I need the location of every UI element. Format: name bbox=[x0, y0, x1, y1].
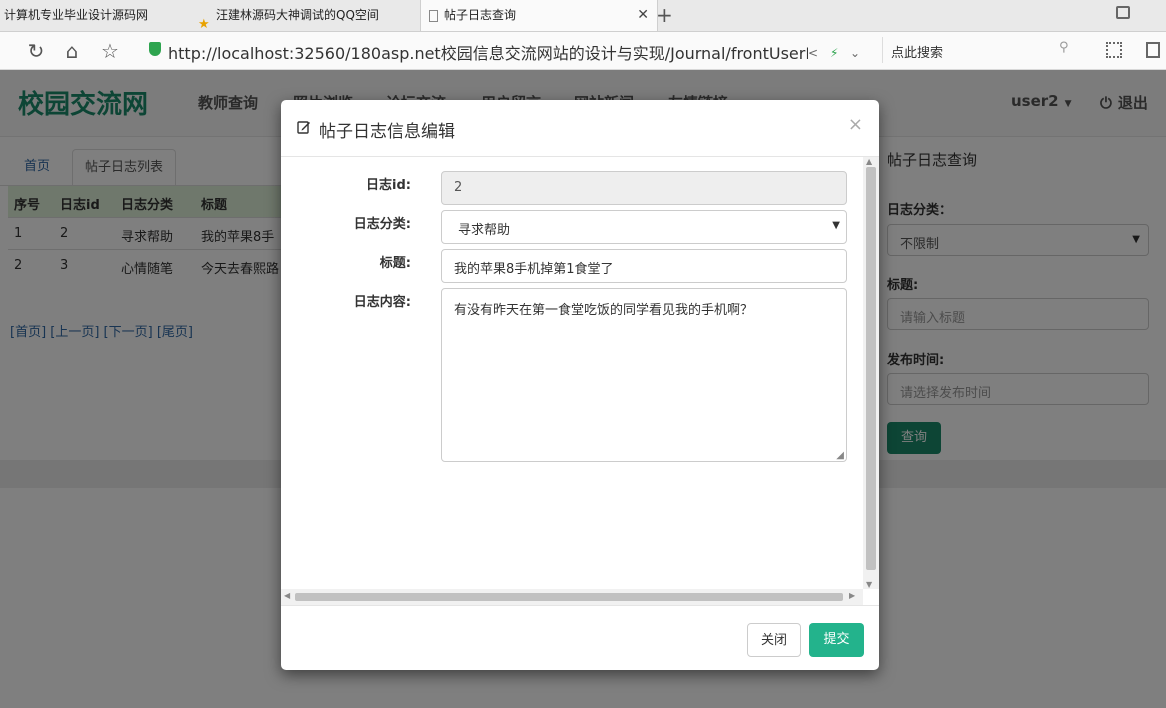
browser-tab-3-title: 帖子日志查询 bbox=[444, 8, 517, 22]
journal-id-value: 2 bbox=[454, 180, 463, 195]
content-textarea[interactable]: 有没有昨天在第一食堂吃饭的同学看见我的手机啊？ ◢ bbox=[441, 288, 847, 462]
url-path: :32560/180asp.net校园信息交流网站的设计与实现/Journal/… bbox=[288, 44, 808, 63]
content-value: 有没有昨天在第一食堂吃饭的同学看见我的手机啊？ bbox=[454, 303, 754, 318]
new-tab-button[interactable]: + bbox=[656, 3, 673, 27]
browser-tab-2-title: 汪建林源码大神调试的QQ空间 bbox=[216, 8, 379, 22]
modal-horizontal-scrollbar[interactable]: ◀ ▶ bbox=[281, 589, 863, 605]
share-icon[interactable]: < bbox=[808, 46, 818, 60]
category-value: 寻求帮助 bbox=[458, 223, 511, 238]
browser-tab-3[interactable]: 帖子日志查询 ✕ bbox=[420, 0, 658, 31]
search-placeholder: 点此搜索 bbox=[891, 46, 944, 61]
journal-id-label: 日志id: bbox=[366, 178, 411, 193]
browser-tab-2[interactable]: ★ 汪建林源码大神调试的QQ空间 bbox=[194, 0, 418, 31]
edit-icon bbox=[297, 121, 310, 134]
secure-shield-icon bbox=[149, 42, 161, 56]
scroll-thumb[interactable] bbox=[295, 593, 843, 601]
close-button[interactable]: 关闭 bbox=[747, 623, 801, 657]
search-icon[interactable]: ⚲ bbox=[1059, 40, 1069, 55]
shirt-icon[interactable] bbox=[1116, 6, 1130, 19]
page-favicon-icon bbox=[429, 9, 438, 22]
modal-body: 日志id: 2 日志分类: 寻求帮助 ▼ 标题: 我的苹果8手机掉第1食堂了 日… bbox=[281, 157, 863, 589]
title-label: 标题: bbox=[379, 256, 411, 271]
category-select[interactable]: 寻求帮助 ▼ bbox=[441, 210, 847, 244]
edit-journal-modal: 帖子日志信息编辑 × 日志id: 2 日志分类: 寻求帮助 ▼ 标题: 我的苹果… bbox=[281, 100, 879, 670]
journal-id-field: 2 bbox=[441, 171, 847, 205]
star-favicon-icon: ★ bbox=[198, 16, 210, 32]
chevron-down-icon[interactable]: ⌄ bbox=[850, 46, 860, 60]
browser-tab-bar: 计算机专业毕业设计源码网 ★ 汪建林源码大神调试的QQ空间 帖子日志查询 ✕ + bbox=[0, 0, 1166, 32]
submit-button[interactable]: 提交 bbox=[809, 623, 864, 657]
select-caret-icon: ▼ bbox=[832, 220, 840, 231]
scroll-down-icon[interactable]: ▼ bbox=[866, 580, 872, 589]
scroll-up-icon[interactable]: ▲ bbox=[866, 157, 872, 166]
apps-grid-icon[interactable] bbox=[1106, 42, 1122, 58]
content-label: 日志内容: bbox=[353, 295, 411, 310]
scroll-right-icon[interactable]: ▶ bbox=[849, 591, 855, 600]
search-box[interactable]: 点此搜索 ⚲ bbox=[882, 37, 1083, 63]
modal-header: 帖子日志信息编辑 × bbox=[281, 100, 879, 157]
browser-tab-1-title: 计算机专业毕业设计源码网 bbox=[4, 8, 149, 22]
scroll-left-icon[interactable]: ◀ bbox=[284, 591, 290, 600]
scroll-thumb[interactable] bbox=[866, 167, 876, 570]
url-host: http://localhost bbox=[168, 44, 289, 63]
url-field[interactable]: http://localhost:32560/180asp.net校园信息交流网… bbox=[146, 37, 872, 63]
tablet-icon[interactable] bbox=[1146, 42, 1160, 58]
reload-icon[interactable]: ↻ bbox=[25, 40, 47, 62]
modal-footer: 关闭 提交 bbox=[281, 605, 879, 670]
tab-close-icon[interactable]: ✕ bbox=[637, 0, 649, 31]
browser-tab-1[interactable]: 计算机专业毕业设计源码网 bbox=[0, 0, 194, 31]
category-label: 日志分类: bbox=[353, 217, 411, 232]
modal-vertical-scrollbar[interactable]: ▲ ▼ bbox=[863, 157, 879, 589]
title-input[interactable]: 我的苹果8手机掉第1食堂了 bbox=[441, 249, 847, 283]
modal-title: 帖子日志信息编辑 bbox=[319, 122, 455, 142]
resize-handle-icon[interactable]: ◢ bbox=[836, 450, 844, 461]
address-bar-row: ↻ ⌂ ☆ http://localhost:32560/180asp.net校… bbox=[0, 32, 1166, 70]
title-value: 我的苹果8手机掉第1食堂了 bbox=[454, 262, 614, 277]
close-icon[interactable]: × bbox=[848, 114, 863, 135]
url-text: http://localhost:32560/180asp.net校园信息交流网… bbox=[168, 40, 808, 64]
home-icon[interactable]: ⌂ bbox=[61, 40, 83, 62]
lightning-icon[interactable]: ⚡ bbox=[830, 46, 838, 60]
star-bookmark-icon[interactable]: ☆ bbox=[99, 40, 121, 62]
